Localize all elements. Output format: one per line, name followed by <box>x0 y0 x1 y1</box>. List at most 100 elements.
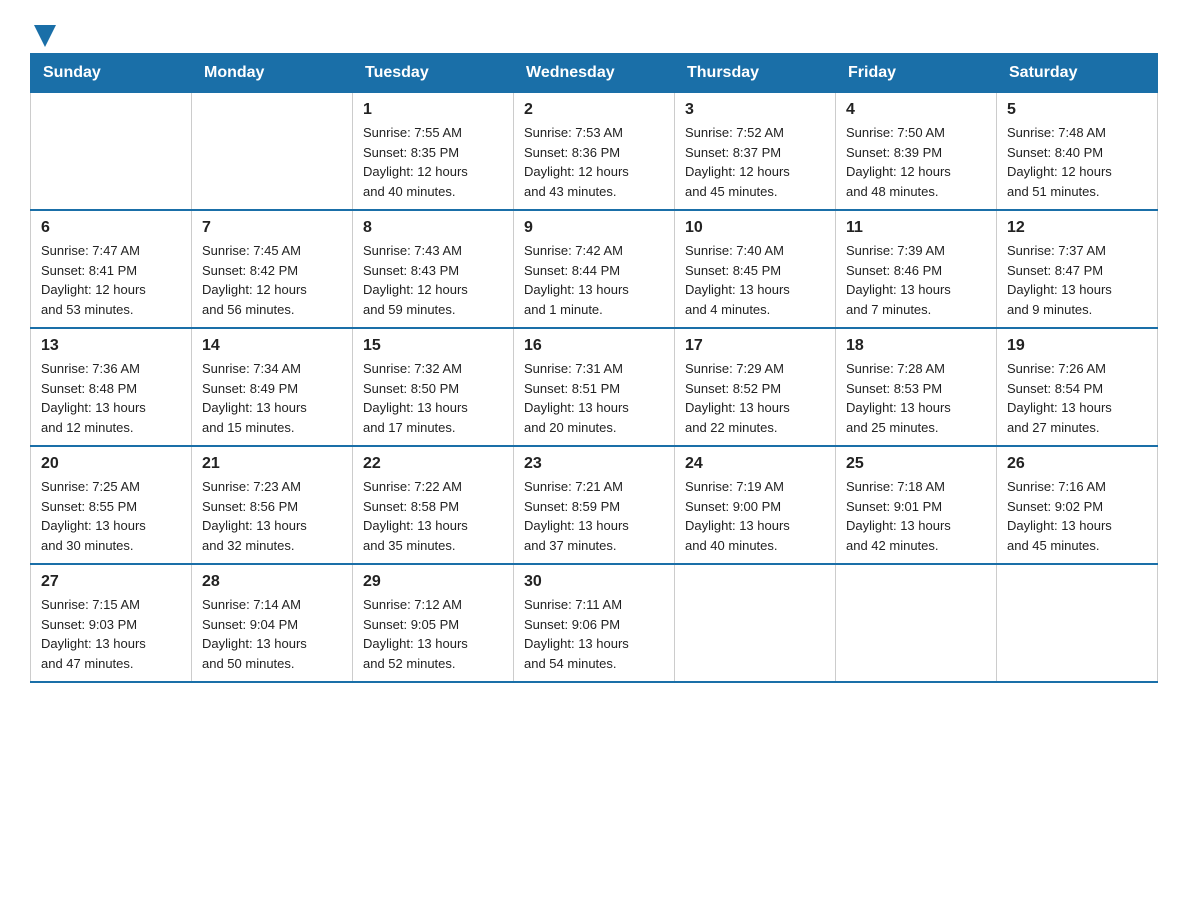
day-number: 19 <box>1007 337 1147 355</box>
day-info: Sunrise: 7:31 AM Sunset: 8:51 PM Dayligh… <box>524 359 664 437</box>
day-info: Sunrise: 7:12 AM Sunset: 9:05 PM Dayligh… <box>363 595 503 673</box>
calendar-cell: 30 Sunrise: 7:11 AM Sunset: 9:06 PM Dayli… <box>514 564 675 682</box>
calendar-cell: 23Sunrise: 7:21 AM Sunset: 8:59 PM Dayli… <box>514 446 675 564</box>
col-header-thursday: Thursday <box>675 54 836 93</box>
calendar-cell: 24 Sunrise: 7:19 AM Sunset: 9:00 PM Dayli… <box>675 446 836 564</box>
calendar-cell: 9 Sunrise: 7:42 AM Sunset: 8:44 PM Daylig… <box>514 210 675 328</box>
calendar-cell: 29 Sunrise: 7:12 AM Sunset: 9:05 PM Dayli… <box>353 564 514 682</box>
day-info: Sunrise: 7:29 AM Sunset: 8:52 PM Dayligh… <box>685 359 825 437</box>
day-info: Sunrise: 7:40 AM Sunset: 8:45 PM Dayligh… <box>685 241 825 319</box>
day-number: 13 <box>41 337 181 355</box>
calendar-cell: 11Sunrise: 7:39 AM Sunset: 8:46 PM Dayli… <box>836 210 997 328</box>
calendar-cell: 22 Sunrise: 7:22 AM Sunset: 8:58 PM Dayli… <box>353 446 514 564</box>
calendar-cell: 15 Sunrise: 7:32 AM Sunset: 8:50 PM Dayli… <box>353 328 514 446</box>
day-number: 22 <box>363 455 503 473</box>
day-info: Sunrise: 7:37 AM Sunset: 8:47 PM Dayligh… <box>1007 241 1147 319</box>
calendar-cell <box>836 564 997 682</box>
day-number: 20 <box>41 455 181 473</box>
day-number: 29 <box>363 573 503 591</box>
calendar-cell: 1 Sunrise: 7:55 AM Sunset: 8:35 PM Daylig… <box>353 93 514 211</box>
day-number: 28 <box>202 573 342 591</box>
day-info: Sunrise: 7:43 AM Sunset: 8:43 PM Dayligh… <box>363 241 503 319</box>
day-info: Sunrise: 7:39 AM Sunset: 8:46 PM Dayligh… <box>846 241 986 319</box>
col-header-wednesday: Wednesday <box>514 54 675 93</box>
day-number: 4 <box>846 101 986 119</box>
calendar-cell: 7Sunrise: 7:45 AM Sunset: 8:42 PM Daylig… <box>192 210 353 328</box>
day-info: Sunrise: 7:32 AM Sunset: 8:50 PM Dayligh… <box>363 359 503 437</box>
calendar-cell <box>997 564 1158 682</box>
day-info: Sunrise: 7:55 AM Sunset: 8:35 PM Dayligh… <box>363 123 503 201</box>
calendar-cell <box>192 93 353 211</box>
calendar-cell: 6 Sunrise: 7:47 AM Sunset: 8:41 PM Daylig… <box>31 210 192 328</box>
week-row-3: 13 Sunrise: 7:36 AM Sunset: 8:48 PM Dayli… <box>31 328 1158 446</box>
calendar-table: SundayMondayTuesdayWednesdayThursdayFrid… <box>30 53 1158 683</box>
col-header-monday: Monday <box>192 54 353 93</box>
calendar-header: SundayMondayTuesdayWednesdayThursdayFrid… <box>31 54 1158 93</box>
col-header-tuesday: Tuesday <box>353 54 514 93</box>
day-info: Sunrise: 7:34 AM Sunset: 8:49 PM Dayligh… <box>202 359 342 437</box>
day-number: 16 <box>524 337 664 355</box>
day-number: 27 <box>41 573 181 591</box>
calendar-cell: 17 Sunrise: 7:29 AM Sunset: 8:52 PM Dayli… <box>675 328 836 446</box>
header-row: SundayMondayTuesdayWednesdayThursdayFrid… <box>31 54 1158 93</box>
day-number: 10 <box>685 219 825 237</box>
day-info: Sunrise: 7:42 AM Sunset: 8:44 PM Dayligh… <box>524 241 664 319</box>
day-number: 9 <box>524 219 664 237</box>
day-number: 5 <box>1007 101 1147 119</box>
day-info: Sunrise: 7:14 AM Sunset: 9:04 PM Dayligh… <box>202 595 342 673</box>
calendar-cell: 28 Sunrise: 7:14 AM Sunset: 9:04 PM Dayli… <box>192 564 353 682</box>
calendar-cell <box>31 93 192 211</box>
col-header-sunday: Sunday <box>31 54 192 93</box>
col-header-saturday: Saturday <box>997 54 1158 93</box>
day-info: Sunrise: 7:22 AM Sunset: 8:58 PM Dayligh… <box>363 477 503 555</box>
page-header <box>30 20 1158 43</box>
day-info: Sunrise: 7:19 AM Sunset: 9:00 PM Dayligh… <box>685 477 825 555</box>
day-info: Sunrise: 7:36 AM Sunset: 8:48 PM Dayligh… <box>41 359 181 437</box>
day-number: 3 <box>685 101 825 119</box>
day-number: 15 <box>363 337 503 355</box>
week-row-5: 27 Sunrise: 7:15 AM Sunset: 9:03 PM Dayli… <box>31 564 1158 682</box>
logo <box>30 20 56 43</box>
day-info: Sunrise: 7:15 AM Sunset: 9:03 PM Dayligh… <box>41 595 181 673</box>
calendar-cell: 14 Sunrise: 7:34 AM Sunset: 8:49 PM Dayli… <box>192 328 353 446</box>
calendar-cell: 10 Sunrise: 7:40 AM Sunset: 8:45 PM Dayli… <box>675 210 836 328</box>
week-row-2: 6 Sunrise: 7:47 AM Sunset: 8:41 PM Daylig… <box>31 210 1158 328</box>
week-row-4: 20 Sunrise: 7:25 AM Sunset: 8:55 PM Dayli… <box>31 446 1158 564</box>
calendar-cell: 5 Sunrise: 7:48 AM Sunset: 8:40 PM Daylig… <box>997 93 1158 211</box>
day-info: Sunrise: 7:47 AM Sunset: 8:41 PM Dayligh… <box>41 241 181 319</box>
day-info: Sunrise: 7:18 AM Sunset: 9:01 PM Dayligh… <box>846 477 986 555</box>
day-number: 12 <box>1007 219 1147 237</box>
day-info: Sunrise: 7:11 AM Sunset: 9:06 PM Dayligh… <box>524 595 664 673</box>
calendar-cell: 4 Sunrise: 7:50 AM Sunset: 8:39 PM Daylig… <box>836 93 997 211</box>
calendar-cell: 26Sunrise: 7:16 AM Sunset: 9:02 PM Dayli… <box>997 446 1158 564</box>
day-info: Sunrise: 7:25 AM Sunset: 8:55 PM Dayligh… <box>41 477 181 555</box>
calendar-cell: 13 Sunrise: 7:36 AM Sunset: 8:48 PM Dayli… <box>31 328 192 446</box>
day-info: Sunrise: 7:50 AM Sunset: 8:39 PM Dayligh… <box>846 123 986 201</box>
day-info: Sunrise: 7:53 AM Sunset: 8:36 PM Dayligh… <box>524 123 664 201</box>
day-info: Sunrise: 7:21 AM Sunset: 8:59 PM Dayligh… <box>524 477 664 555</box>
day-number: 30 <box>524 573 664 591</box>
day-number: 1 <box>363 101 503 119</box>
day-info: Sunrise: 7:23 AM Sunset: 8:56 PM Dayligh… <box>202 477 342 555</box>
calendar-cell: 21 Sunrise: 7:23 AM Sunset: 8:56 PM Dayli… <box>192 446 353 564</box>
calendar-cell: 12 Sunrise: 7:37 AM Sunset: 8:47 PM Dayli… <box>997 210 1158 328</box>
week-row-1: 1 Sunrise: 7:55 AM Sunset: 8:35 PM Daylig… <box>31 93 1158 211</box>
calendar-cell: 19Sunrise: 7:26 AM Sunset: 8:54 PM Dayli… <box>997 328 1158 446</box>
calendar-cell: 16 Sunrise: 7:31 AM Sunset: 8:51 PM Dayli… <box>514 328 675 446</box>
calendar-cell: 20 Sunrise: 7:25 AM Sunset: 8:55 PM Dayli… <box>31 446 192 564</box>
day-number: 21 <box>202 455 342 473</box>
day-number: 24 <box>685 455 825 473</box>
calendar-cell <box>675 564 836 682</box>
day-number: 14 <box>202 337 342 355</box>
logo-triangle-icon <box>34 25 56 47</box>
calendar-cell: 18Sunrise: 7:28 AM Sunset: 8:53 PM Dayli… <box>836 328 997 446</box>
calendar-cell: 8 Sunrise: 7:43 AM Sunset: 8:43 PM Daylig… <box>353 210 514 328</box>
day-number: 18 <box>846 337 986 355</box>
day-number: 6 <box>41 219 181 237</box>
calendar-cell: 2Sunrise: 7:53 AM Sunset: 8:36 PM Daylig… <box>514 93 675 211</box>
day-info: Sunrise: 7:48 AM Sunset: 8:40 PM Dayligh… <box>1007 123 1147 201</box>
day-info: Sunrise: 7:16 AM Sunset: 9:02 PM Dayligh… <box>1007 477 1147 555</box>
day-number: 17 <box>685 337 825 355</box>
day-info: Sunrise: 7:45 AM Sunset: 8:42 PM Dayligh… <box>202 241 342 319</box>
day-number: 8 <box>363 219 503 237</box>
